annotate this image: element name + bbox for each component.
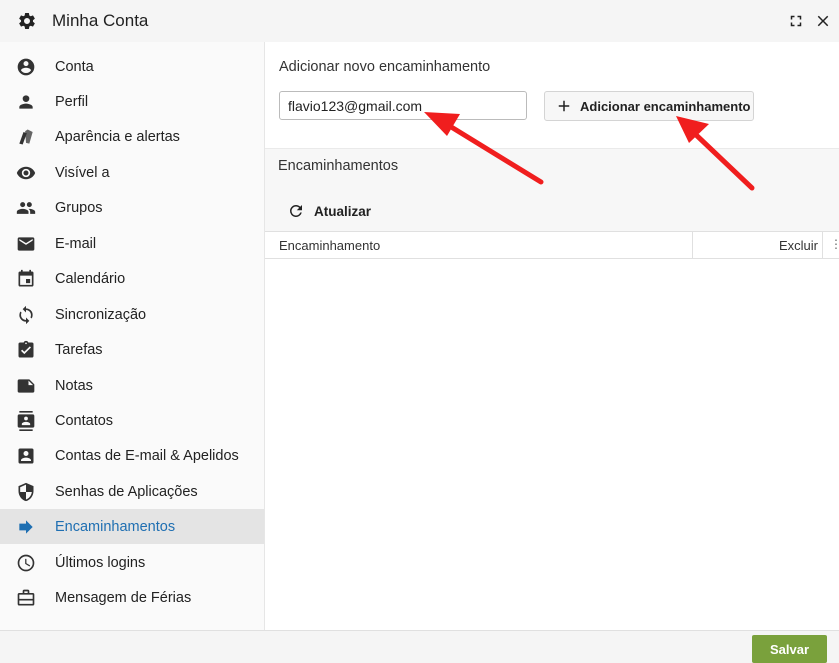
sidebar-item-aparencia[interactable]: Aparência e alertas	[0, 119, 264, 154]
forwards-grid-header: Encaminhamento Excluir ⋮	[265, 231, 839, 259]
sidebar-item-mensagem-ferias[interactable]: Mensagem de Férias	[0, 580, 264, 615]
sync-icon	[16, 305, 36, 325]
theme-icon	[16, 127, 36, 147]
shield-icon	[16, 482, 36, 502]
eye-icon	[16, 163, 36, 183]
forwarding-panel: Adicionar novo encaminhamento Adicionar …	[265, 42, 839, 630]
gear-icon	[19, 12, 35, 29]
sidebar-item-label: Notas	[55, 377, 93, 394]
forwards-grid-body	[265, 259, 839, 630]
clock-icon	[16, 553, 36, 573]
column-menu-icon: ⋮	[830, 237, 839, 251]
add-forward-title: Adicionar novo encaminhamento	[279, 59, 491, 75]
forward-email-input[interactable]	[279, 91, 527, 120]
forwards-section: Encaminhamentos Atualizar	[265, 148, 839, 231]
window-title: Minha Conta	[52, 11, 149, 30]
add-forward-button[interactable]: Adicionar encaminhamento	[544, 91, 754, 121]
add-forward-button-label: Adicionar encaminhamento	[580, 99, 751, 114]
sidebar-item-grupos[interactable]: Grupos	[0, 190, 264, 225]
contact-card-icon	[16, 446, 36, 466]
forwards-title: Encaminhamentos	[278, 158, 399, 174]
sidebar-item-senhas[interactable]: Senhas de Aplicações	[0, 474, 264, 509]
sidebar-item-label: Contatos	[55, 412, 114, 429]
sidebar-item-notas[interactable]: Notas	[0, 368, 264, 403]
close-icon[interactable]	[814, 12, 832, 30]
settings-sidebar: Conta Perfil Aparência e alertas Visível…	[0, 42, 265, 630]
sidebar-item-contas-email[interactable]: Contas de E-mail & Apelidos	[0, 438, 264, 473]
account-circle-icon	[16, 57, 36, 77]
sidebar-item-label: Sincronização	[55, 306, 147, 323]
sidebar-item-label: Calendário	[55, 270, 126, 287]
contacts-icon	[16, 410, 36, 431]
refresh-label: Atualizar	[314, 203, 372, 219]
column-header-encaminhamento[interactable]: Encaminhamento	[279, 238, 380, 253]
sidebar-item-label: Perfil	[55, 93, 89, 110]
forward-arrow-icon	[16, 517, 36, 537]
sidebar-item-label: Mensagem de Férias	[55, 589, 192, 606]
task-icon	[16, 340, 36, 360]
my-account-window: Minha Conta Conta Perfil Aparência e ale…	[0, 0, 839, 663]
sidebar-item-perfil[interactable]: Perfil	[0, 84, 264, 119]
mail-icon	[16, 234, 36, 254]
dialog-footer: Salvar	[0, 630, 839, 663]
sidebar-item-visivel[interactable]: Visível a	[0, 155, 264, 190]
sidebar-item-calendario[interactable]: Calendário	[0, 261, 264, 296]
sidebar-item-label: Encaminhamentos	[55, 518, 176, 535]
fullscreen-icon[interactable]	[787, 12, 805, 30]
sidebar-item-label: Conta	[55, 58, 94, 75]
group-icon	[16, 198, 36, 218]
column-header-excluir-label: Excluir	[778, 238, 818, 253]
refresh-button[interactable]: Atualizar	[287, 202, 371, 220]
column-menu-button[interactable]: ⋮	[822, 232, 839, 258]
sidebar-item-ultimos-logins[interactable]: Últimos logins	[0, 545, 264, 580]
sidebar-item-sincronizacao[interactable]: Sincronização	[0, 297, 264, 332]
person-icon	[16, 92, 36, 112]
sidebar-item-encaminhamentos[interactable]: Encaminhamentos	[0, 509, 264, 544]
refresh-icon	[289, 204, 302, 217]
briefcase-icon	[16, 588, 36, 608]
sidebar-item-label: Contas de E-mail & Apelidos	[55, 447, 239, 464]
sidebar-item-tarefas[interactable]: Tarefas	[0, 332, 264, 367]
calendar-icon	[16, 269, 36, 289]
sidebar-item-label: Senhas de Aplicações	[55, 483, 198, 500]
sidebar-item-label: E-mail	[55, 235, 97, 252]
sidebar-item-contatos[interactable]: Contatos	[0, 403, 264, 438]
title-bar: Minha Conta	[0, 0, 839, 42]
sidebar-item-label: Visível a	[55, 164, 110, 181]
sidebar-item-label: Últimos logins	[55, 554, 146, 571]
sidebar-item-label: Grupos	[55, 199, 103, 216]
sidebar-item-label: Tarefas	[55, 341, 103, 358]
sidebar-item-label: Aparência e alertas	[55, 128, 180, 145]
column-header-excluir[interactable]: Excluir	[692, 232, 823, 258]
plus-icon	[558, 100, 570, 112]
sidebar-item-conta[interactable]: Conta	[0, 49, 264, 84]
note-icon	[16, 376, 36, 396]
sidebar-item-email[interactable]: E-mail	[0, 226, 264, 261]
save-button[interactable]: Salvar	[752, 635, 827, 663]
